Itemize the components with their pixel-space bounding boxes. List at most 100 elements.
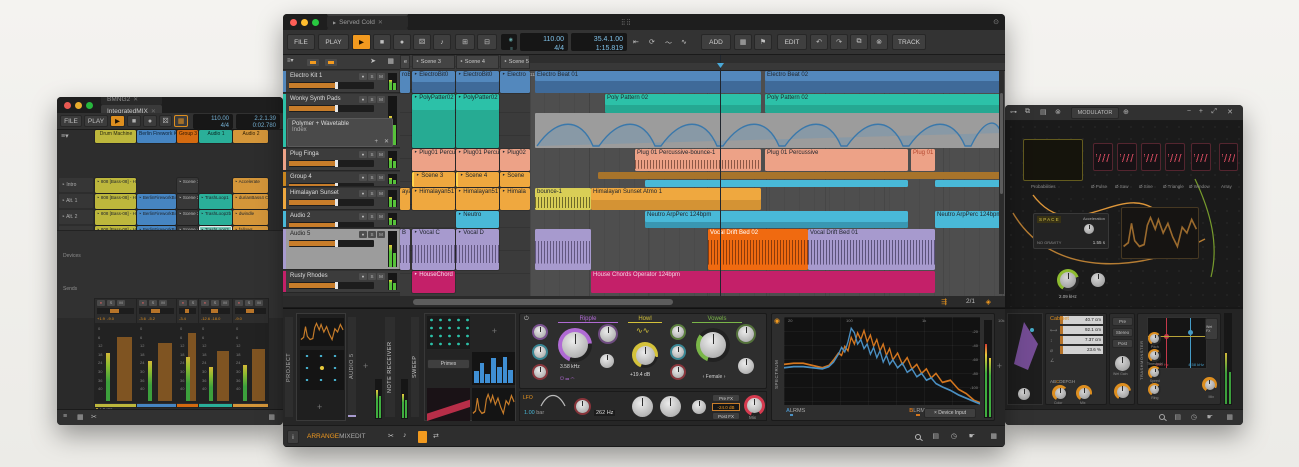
add-module-icon[interactable]: ⊕: [1123, 108, 1129, 116]
position-display[interactable]: 35.4.1.00 1:15.819: [571, 33, 627, 52]
mute-button[interactable]: M: [377, 96, 385, 103]
record-arm-button[interactable]: ●: [235, 300, 243, 306]
channel-toggle[interactable]: S: [802, 408, 806, 414]
volume-slider[interactable]: [289, 105, 374, 112]
gain-display[interactable]: -24.0 dB: [712, 403, 740, 411]
pre-button[interactable]: Pre: [1112, 317, 1133, 326]
launcher-clip[interactable]: ‣ ElectroBit0: [411, 70, 456, 94]
track-name[interactable]: Audio 5: [290, 231, 310, 237]
mute-button[interactable]: M: [117, 300, 125, 306]
ripple-small-knob-3[interactable]: [534, 366, 546, 378]
zoom-out-icon[interactable]: −: [1187, 108, 1191, 115]
track-header[interactable]: Group 4 ● S M: [283, 172, 400, 187]
arranger-clip[interactable]: Electro Beat 01: [535, 71, 761, 93]
lfo-rate-value[interactable]: 1.00 bar: [524, 410, 544, 416]
mute-button[interactable]: M: [377, 151, 385, 158]
volume-slider[interactable]: [289, 282, 374, 289]
filter-knob-1[interactable]: [632, 396, 653, 417]
pan-slider[interactable]: [139, 308, 174, 314]
launcher-clip[interactable]: ‣ HouseChord: [411, 270, 456, 294]
lfo-amount-knob[interactable]: [576, 400, 589, 413]
howl-gain-knob[interactable]: [635, 345, 655, 365]
settings-gear-icon[interactable]: ⊙: [993, 18, 999, 26]
polymer-device-box[interactable]: Polymer + Wavetable Index + ✕: [287, 118, 393, 147]
panel-add-device-icon[interactable]: +: [997, 361, 1002, 371]
copy-icon[interactable]: ▤: [1040, 108, 1047, 116]
mute-button[interactable]: M: [377, 190, 385, 197]
arranger-clip[interactable]: bounce-1: [535, 188, 591, 210]
minimize-icon[interactable]: [301, 18, 308, 26]
play-button[interactable]: ▶: [352, 34, 371, 50]
search-icon[interactable]: [915, 434, 921, 440]
h-scrollbar[interactable]: [413, 299, 673, 305]
grid-icon[interactable]: ▦: [77, 413, 84, 421]
arranger-clip[interactable]: [598, 172, 1001, 179]
add-sweep-mod-icon[interactable]: +: [492, 326, 497, 336]
filter-power-icon[interactable]: ⏻: [524, 316, 529, 323]
sine-modulator[interactable]: [472, 388, 515, 421]
solo-button[interactable]: S: [368, 174, 376, 181]
touch-icon[interactable]: ☛: [1207, 413, 1213, 421]
piano-keyboard-icon[interactable]: ▦: [990, 432, 997, 440]
volume-slider[interactable]: [289, 222, 374, 227]
solo-button[interactable]: S: [368, 231, 376, 238]
solo-button[interactable]: S: [107, 300, 115, 306]
volume-slider[interactable]: [289, 183, 374, 186]
launcher-clip[interactable]: ‣ Plug01 Percu: [411, 148, 456, 172]
mute-button[interactable]: M: [255, 300, 263, 306]
launcher-clip[interactable]: ‣ Neutro: [455, 210, 500, 229]
vowels-title[interactable]: Vowels: [692, 316, 742, 323]
solo-button[interactable]: S: [368, 151, 376, 158]
solo-button[interactable]: S: [368, 96, 376, 103]
cabinet-value[interactable]: 92.1 cm: [1060, 326, 1103, 334]
arranger-clip[interactable]: Neutro ArpPerc 124bpm: [645, 211, 908, 228]
track-name[interactable]: Audio 2: [290, 213, 310, 219]
traffic-lights[interactable]: [290, 18, 319, 26]
pan-slider[interactable]: [97, 308, 134, 314]
record-arm-button[interactable]: ●: [139, 300, 147, 306]
ripple-small-knob-2[interactable]: [534, 346, 546, 358]
delete-icon[interactable]: ⊗: [1055, 108, 1061, 116]
cabinet-value[interactable]: 23.6 %: [1060, 346, 1103, 354]
track-menu-icon[interactable]: ≡▾: [287, 57, 294, 64]
pre-fx-button[interactable]: Pre FX: [712, 394, 740, 402]
mute-button[interactable]: M: [377, 273, 385, 280]
track-name[interactable]: Wonky Synth Pads: [290, 96, 341, 102]
spectrum-title[interactable]: SPECTRUM: [774, 334, 779, 414]
automation-follow-icon[interactable]: 〜: [665, 38, 672, 48]
file-icon[interactable]: ▤: [1174, 413, 1181, 421]
arranger-clip[interactable]: Himalayan Sunset Atmo 1: [591, 188, 761, 210]
vowels-right-knob-1[interactable]: [738, 326, 754, 342]
arranger-clip[interactable]: Vocal Drift Bed 01: [808, 229, 935, 270]
window-drag-dots[interactable]: ⣿⣿: [621, 19, 632, 26]
beam-modulator[interactable]: [427, 388, 470, 421]
acceleration-value[interactable]: 1.55 s: [1093, 240, 1105, 245]
strip-mix-knob[interactable]: [1116, 385, 1129, 398]
mute-button[interactable]: M: [377, 213, 385, 220]
mix-knob[interactable]: [747, 398, 762, 413]
add-modulator-icon[interactable]: +: [317, 402, 322, 412]
color-knob[interactable]: [1054, 387, 1066, 399]
launcher-clip[interactable]: ayan51: [399, 187, 411, 211]
record-arm-button[interactable]: ●: [179, 300, 187, 306]
ripple-filter-type-icons[interactable]: ⏻ ▭ ⌒: [560, 376, 575, 382]
layout-a-button[interactable]: ⊞: [455, 34, 475, 50]
arranger-clip[interactable]: [935, 180, 1001, 187]
solo-button[interactable]: S: [368, 190, 376, 197]
delete-button[interactable]: ⊗: [870, 34, 888, 50]
mute-button[interactable]: M: [377, 174, 385, 181]
inspector-button[interactable]: i: [287, 430, 299, 444]
flag-icon-button[interactable]: ⚑: [754, 34, 772, 50]
wet-gain-knob[interactable]: [1115, 356, 1130, 371]
project-tab[interactable]: ▶ Served Cold ✕: [327, 16, 409, 28]
close-icon[interactable]: [290, 18, 297, 26]
launcher-clip[interactable]: ‣ PolyPatter02: [455, 93, 500, 149]
launcher-clip[interactable]: ‣ Plug01 Percu: [455, 148, 500, 172]
post-button[interactable]: Post: [1112, 339, 1133, 348]
grid-canvas[interactable]: Probabilities Ø Pulse Ø Saw Ø Sine Ø Tri…: [1005, 121, 1243, 307]
zoom-in-icon[interactable]: +: [1199, 108, 1203, 115]
cab-mix-knob[interactable]: [1078, 387, 1090, 399]
grid-tool-icon[interactable]: ▦: [387, 57, 394, 65]
add-device-plus[interactable]: +: [363, 361, 368, 371]
volume-slider[interactable]: [289, 240, 374, 247]
